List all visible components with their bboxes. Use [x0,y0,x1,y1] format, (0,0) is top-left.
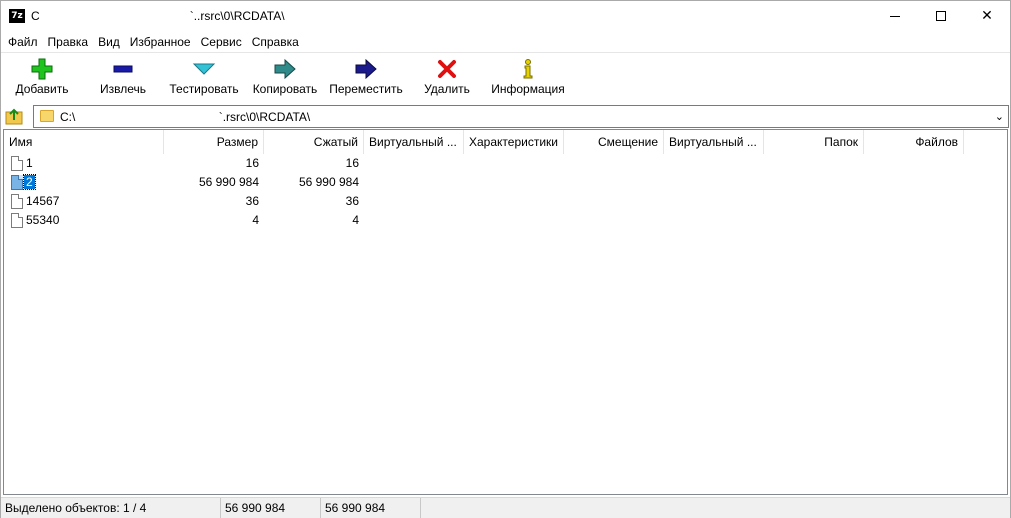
file-name: 14567 [26,194,60,208]
folder-up-icon [5,108,23,125]
info-button[interactable]: Информация [489,57,567,101]
file-icon [11,156,23,171]
check-chevron-icon [167,57,241,81]
file-name: 1 [26,156,33,170]
plus-icon [13,57,71,81]
info-icon [489,57,567,81]
file-packed: 56 990 984 [298,175,359,189]
address-bar: C:\ `.rsrc\0\RCDATA\ ⌄ [1,103,1010,129]
file-size: 4 [252,213,259,227]
column-header-characteristics[interactable]: Характеристики [464,130,564,154]
status-packed: 56 990 984 [321,498,421,518]
column-header-name[interactable]: Имя [4,130,164,154]
file-name: 2 [23,174,36,190]
file-packed: 16 [345,156,359,170]
file-row[interactable]: 14567 36 36 [4,192,1007,211]
column-header-virtual-size[interactable]: Виртуальный ... [664,130,764,154]
status-selected-count: Выделено объектов: 1 / 4 [1,498,221,518]
file-row[interactable]: 1 16 16 [4,154,1007,173]
column-header-size[interactable]: Размер [164,130,264,154]
minimize-icon [890,15,900,17]
file-row-selected[interactable]: 2 56 990 984 56 990 984 [4,173,1007,192]
file-name: 55340 [26,213,60,227]
path-input[interactable]: C:\ `.rsrc\0\RCDATA\ ⌄ [33,105,1009,128]
file-size: 56 990 984 [198,175,259,189]
maximize-button[interactable] [918,1,964,32]
file-icon [11,213,23,228]
copy-button[interactable]: Копировать [249,57,321,101]
toolbar: Добавить Извлечь Тестировать Копировать … [1,52,1010,102]
extract-label: Извлечь [99,82,146,96]
close-button[interactable]: ✕ [964,1,1010,32]
file-size: 36 [245,194,259,208]
file-packed: 36 [345,194,359,208]
status-bar: Выделено объектов: 1 / 4 56 990 984 56 9… [1,497,1010,518]
close-icon: ✕ [981,8,993,24]
title-bar[interactable]: 7z C `..rsrc\0\RCDATA\ ✕ [1,1,1010,32]
chevron-down-icon[interactable]: ⌄ [995,110,1004,123]
extract-button[interactable]: Извлечь [95,57,151,101]
menu-view[interactable]: Вид [93,32,125,52]
column-header-offset[interactable]: Смещение [564,130,664,154]
window-title: C `..rsrc\0\RCDATA\ [31,9,285,23]
menu-tools[interactable]: Сервис [196,32,247,52]
app-window: 7z C `..rsrc\0\RCDATA\ ✕ Файл Правка Вид… [0,0,1011,518]
column-header-packed[interactable]: Сжатый [264,130,364,154]
file-row[interactable]: 55340 4 4 [4,211,1007,230]
copy-arrow-icon [249,57,321,81]
delete-button[interactable]: Удалить [421,57,473,101]
folder-up-button[interactable] [4,106,26,126]
menu-help[interactable]: Справка [247,32,304,52]
column-header-files[interactable]: Файлов [864,130,964,154]
file-icon [11,175,23,190]
column-header-virtual-address[interactable]: Виртуальный ... [364,130,464,154]
delete-x-icon [421,57,473,81]
file-list[interactable]: Имя Размер Сжатый Виртуальный ... Характ… [3,129,1008,495]
menu-favorites[interactable]: Избранное [125,32,196,52]
path-text: C:\ `.rsrc\0\RCDATA\ [60,110,311,124]
file-packed: 4 [352,213,359,227]
move-label: Переместить [329,82,403,96]
file-size: 16 [245,156,259,170]
folder-icon [40,110,54,122]
menu-file[interactable]: Файл [3,32,43,52]
move-arrow-icon [327,57,405,81]
7zip-app-icon: 7z [9,9,25,23]
minus-icon [95,57,151,81]
test-label: Тестировать [169,82,239,96]
info-label: Информация [491,82,565,96]
move-button[interactable]: Переместить [327,57,405,101]
maximize-icon [936,11,946,21]
add-label: Добавить [15,82,69,96]
delete-label: Удалить [424,82,470,96]
file-icon [11,194,23,209]
add-button[interactable]: Добавить [13,57,71,101]
menu-edit[interactable]: Правка [43,32,94,52]
minimize-button[interactable] [872,1,918,32]
menu-bar: Файл Правка Вид Избранное Сервис Справка [1,32,1010,52]
column-header-folders[interactable]: Папок [764,130,864,154]
copy-label: Копировать [252,82,318,96]
status-size: 56 990 984 [221,498,321,518]
test-button[interactable]: Тестировать [167,57,241,101]
